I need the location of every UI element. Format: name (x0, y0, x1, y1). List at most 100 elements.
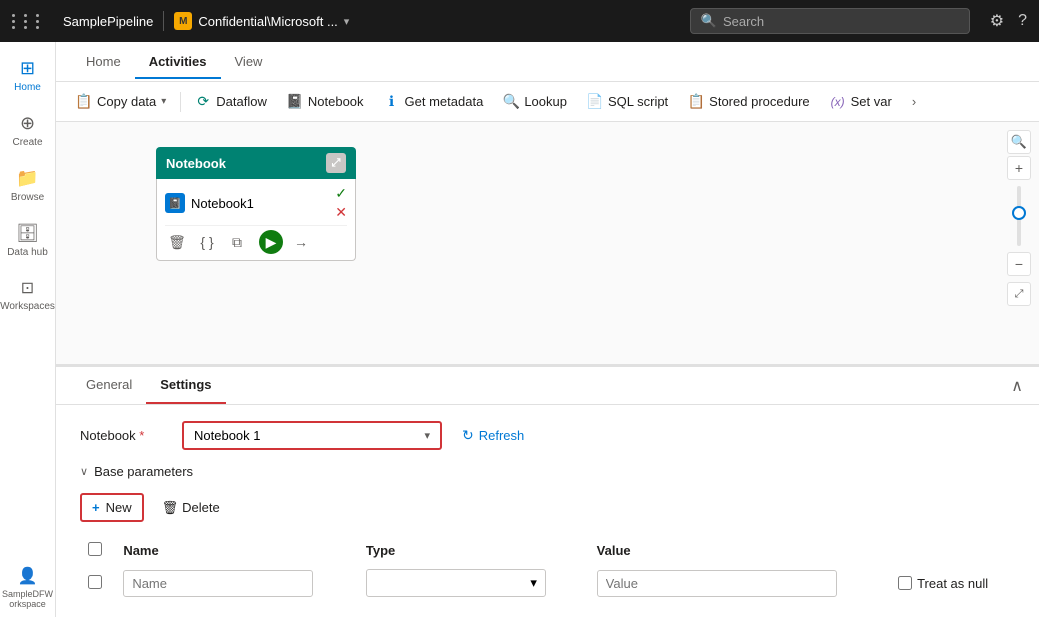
topbar-divider (163, 11, 164, 31)
toolbar-divider-1 (180, 92, 181, 112)
pipeline-title: SamplePipeline (63, 14, 153, 29)
zoom-in-btn[interactable]: + (1007, 156, 1031, 180)
tab-settings[interactable]: Settings (146, 367, 225, 404)
stored-procedure-label: Stored procedure (709, 94, 809, 109)
treat-null-checkbox[interactable] (898, 576, 912, 590)
zoom-fit-btn[interactable]: ⤢ (1007, 282, 1031, 306)
delete-param-btn[interactable]: 🗑 Delete (152, 495, 230, 521)
get-metadata-icon: ℹ (384, 94, 400, 110)
refresh-label: Refresh (479, 428, 525, 443)
notebook-toolbar-label: Notebook (308, 94, 364, 109)
refresh-btn[interactable]: ↻ Refresh (454, 423, 532, 448)
sidebar-item-home[interactable]: ⊞ Home (3, 50, 53, 101)
toolbar-sql-script[interactable]: 📄 SQL script (579, 90, 676, 114)
sidebar-item-browse[interactable]: 📁 Browse (3, 160, 53, 211)
zoom-slider[interactable] (1017, 186, 1021, 246)
treat-null-label: Treat as null (917, 576, 988, 591)
col-type: Type (358, 536, 589, 565)
help-icon[interactable]: ? (1018, 12, 1027, 30)
create-icon: ⊕ (20, 113, 35, 134)
activity-toolbar: 📋 Copy data ▾ ⟳ Dataflow 📓 Notebook ℹ Ge… (56, 82, 1039, 122)
notebook-dropdown[interactable]: Notebook 1 ▾ (182, 421, 442, 450)
delete-node-btn[interactable]: 🗑 (165, 230, 189, 254)
settings-content: Notebook * Notebook 1 ▾ ↻ Refresh ∨ (56, 405, 1039, 617)
tab-home[interactable]: Home (72, 46, 135, 79)
topbar: SamplePipeline M Confidential\Microsoft … (0, 0, 1039, 42)
node-header: Notebook ⤢ (156, 147, 356, 179)
node-actions: 🗑 { } ⧉ ▶ → (165, 225, 347, 254)
tab-view[interactable]: View (221, 46, 277, 79)
param-type-select[interactable]: ▾ (366, 569, 546, 597)
col-value: Value (589, 536, 890, 565)
apps-grid-icon[interactable] (12, 14, 45, 29)
copy-data-icon: 📋 (76, 94, 92, 110)
search-bar[interactable]: 🔍 (690, 8, 970, 34)
zoom-out-btn[interactable]: − (1007, 252, 1031, 276)
notebook-value: Notebook 1 (194, 428, 261, 443)
tab-activities[interactable]: Activities (135, 46, 221, 79)
sql-script-label: SQL script (608, 94, 668, 109)
table-actions: + New 🗑 Delete (80, 493, 1015, 522)
base-params-toggle[interactable]: ∨ Base parameters (80, 464, 193, 479)
copy-node-btn[interactable]: ⧉ (225, 230, 249, 254)
bottom-collapse-btn[interactable]: ∧ (1011, 376, 1023, 396)
sidebar-item-workspaces[interactable]: ⊡ Workspaces (3, 270, 53, 320)
node-corner-btn[interactable]: ⤢ (326, 153, 346, 173)
notebook-form-row: Notebook * Notebook 1 ▾ ↻ Refresh (80, 421, 1015, 450)
topbar-actions: ⚙ ? (990, 11, 1027, 31)
sidebar-label-workspace-user: SampleDFW orkspace (2, 589, 53, 609)
activity-row: 📓 Notebook1 ✓ ✕ (165, 185, 347, 221)
workspaces-icon: ⊡ (21, 278, 34, 298)
toolbar-dataflow[interactable]: ⟳ Dataflow (187, 90, 275, 114)
workspace-selector[interactable]: M Confidential\Microsoft ... ▾ (174, 12, 349, 30)
sidebar-label-datahub: Data hub (7, 247, 48, 258)
select-all-checkbox[interactable] (88, 542, 102, 556)
row-checkbox[interactable] (88, 575, 102, 589)
param-type-chevron: ▾ (530, 575, 537, 591)
new-param-btn[interactable]: + New (80, 493, 144, 522)
sidebar-item-workspace-user[interactable]: 👤 SampleDFW orkspace (3, 558, 53, 617)
toolbar-more[interactable]: › (904, 90, 924, 113)
notebook-toolbar-icon: 📓 (287, 94, 303, 110)
user-icon: 👤 (18, 566, 38, 586)
workspace-name: Confidential\Microsoft ... (198, 14, 337, 29)
activity-icon: 📓 (165, 193, 185, 213)
sidebar-label-workspaces: Workspaces (0, 301, 55, 312)
notebook-node[interactable]: Notebook ⤢ 📓 Notebook1 ✓ ✕ 🗑 { } (156, 147, 356, 261)
content-area: Home Activities View 📋 Copy data ▾ ⟳ Dat… (56, 42, 1039, 617)
node-header-label: Notebook (166, 156, 226, 171)
nav-tabs: Home Activities View (56, 42, 1039, 82)
status-check-icon: ✓ (335, 185, 347, 202)
zoom-slider-thumb[interactable] (1012, 206, 1026, 220)
notebook-form-label: Notebook * (80, 428, 170, 443)
param-value-input[interactable] (597, 570, 837, 597)
toolbar-lookup[interactable]: 🔍 Lookup (495, 90, 575, 114)
main-layout: ⊞ Home ⊕ Create 📁 Browse 🗄 Data hub ⊡ Wo… (0, 42, 1039, 617)
base-params-label: Base parameters (94, 464, 193, 479)
toolbar-notebook[interactable]: 📓 Notebook (279, 90, 372, 114)
bottom-tabs: General Settings (72, 367, 226, 404)
table-row: ▾ Treat as null (80, 565, 1015, 601)
sidebar: ⊞ Home ⊕ Create 📁 Browse 🗄 Data hub ⊡ Wo… (0, 42, 56, 617)
set-var-icon: (x) (830, 94, 846, 110)
stored-procedure-icon: 📋 (688, 94, 704, 110)
toolbar-stored-procedure[interactable]: 📋 Stored procedure (680, 90, 817, 114)
connect-node-btn[interactable]: → (289, 230, 313, 254)
sidebar-item-create[interactable]: ⊕ Create (3, 105, 53, 156)
sql-script-icon: 📄 (587, 94, 603, 110)
settings-icon[interactable]: ⚙ (990, 11, 1004, 31)
tab-general[interactable]: General (72, 367, 146, 404)
browse-icon: 📁 (16, 168, 38, 189)
toolbar-copy-data[interactable]: 📋 Copy data ▾ (68, 90, 174, 114)
search-input[interactable] (723, 14, 959, 29)
sidebar-item-datahub[interactable]: 🗄 Data hub (3, 215, 53, 266)
param-name-input[interactable] (123, 570, 313, 597)
toolbar-set-var[interactable]: (x) Set var (822, 90, 900, 114)
run-node-btn[interactable]: ▶ (259, 230, 283, 254)
sidebar-label-create: Create (12, 137, 42, 148)
toolbar-get-metadata[interactable]: ℹ Get metadata (376, 90, 492, 114)
lookup-icon: 🔍 (503, 94, 519, 110)
zoom-search-icon[interactable]: 🔍 (1007, 130, 1031, 154)
new-label: New (106, 500, 132, 515)
code-node-btn[interactable]: { } (195, 230, 219, 254)
